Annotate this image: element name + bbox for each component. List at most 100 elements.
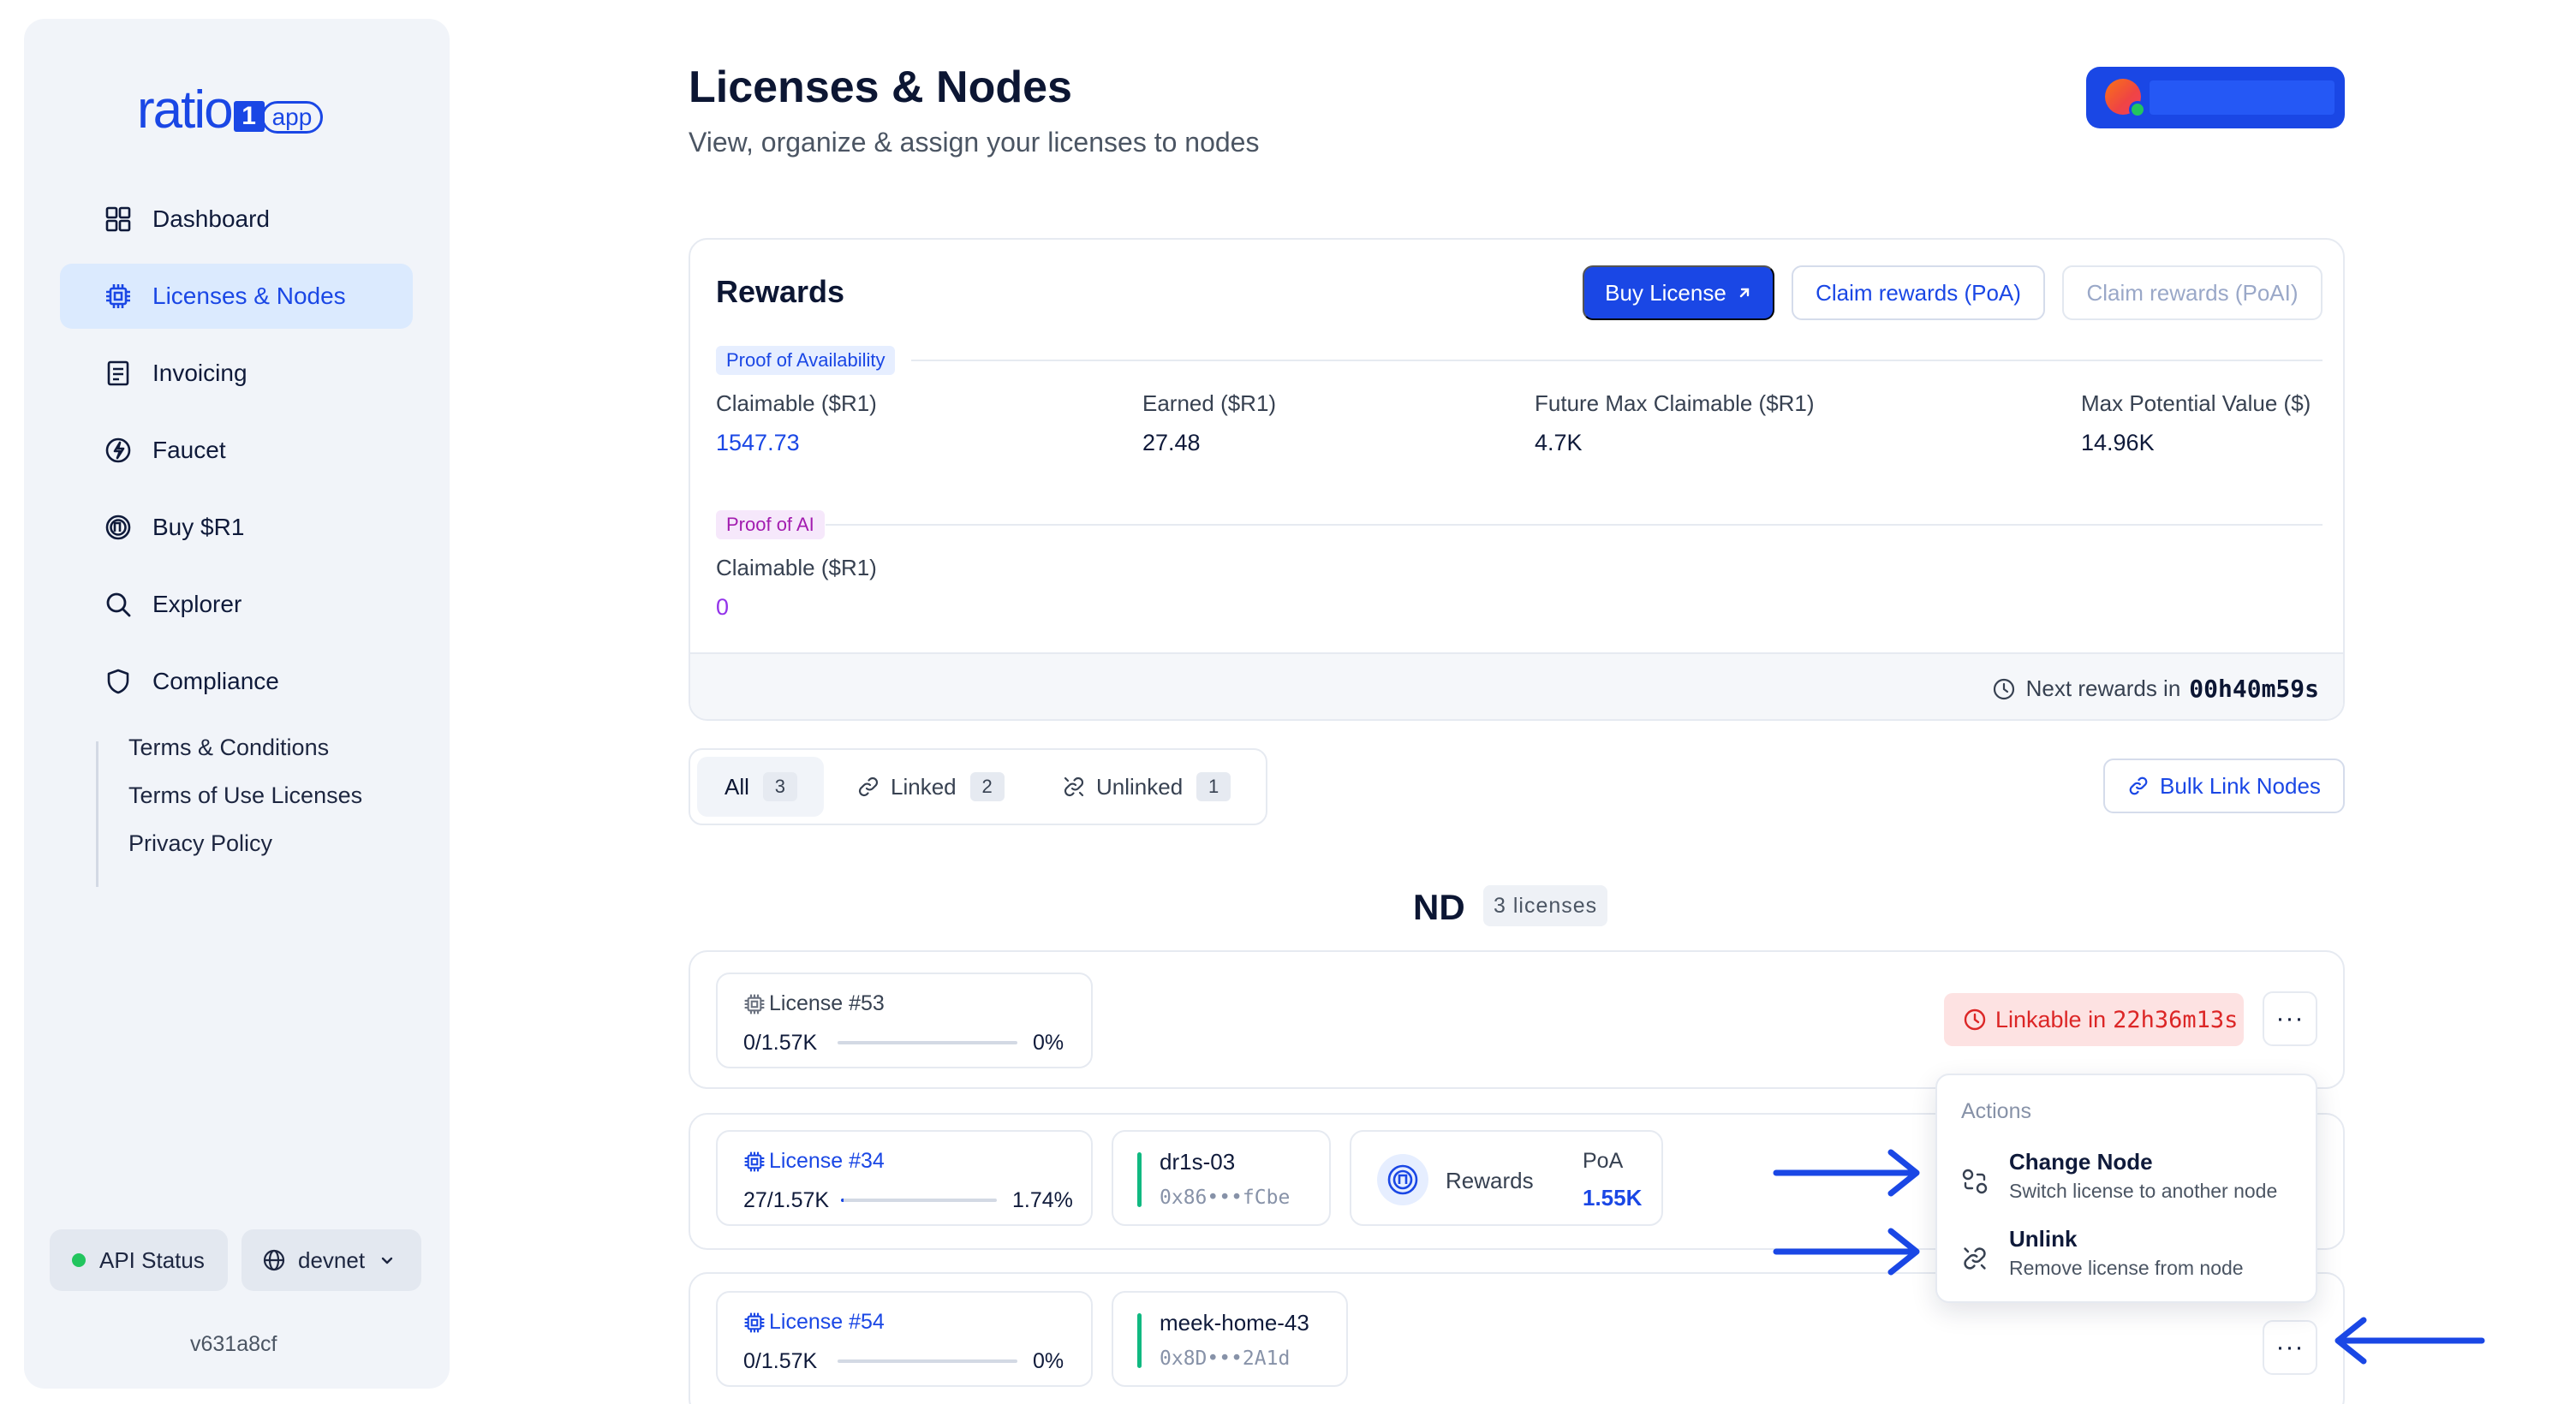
section-license-count: 3 licenses bbox=[1483, 885, 1608, 926]
claim-rewards-poai-button[interactable]: Claim rewards (PoAI) bbox=[2062, 265, 2323, 320]
node-card[interactable]: meek-home-43 0x8D•••2A1d bbox=[1112, 1291, 1348, 1387]
node-name: dr1s-03 bbox=[1160, 1149, 1236, 1175]
license-card[interactable]: License #54 0/1.57K 0% bbox=[716, 1291, 1093, 1387]
license-amount: 0/1.57K bbox=[743, 1349, 818, 1373]
menu-item-description: Switch license to another node bbox=[2009, 1180, 2278, 1202]
claim-rewards-poa-button[interactable]: Claim rewards (PoA) bbox=[1792, 265, 2045, 320]
poa-claimable-value: 1547.73 bbox=[716, 430, 800, 455]
api-status-button[interactable]: API Status bbox=[50, 1229, 228, 1291]
more-actions-button[interactable]: ··· bbox=[2263, 991, 2317, 1046]
node-status-bar bbox=[1137, 1152, 1142, 1207]
sidebar-item-licenses-nodes[interactable]: Licenses & Nodes bbox=[60, 264, 413, 329]
bulk-link-label: Bulk Link Nodes bbox=[2160, 772, 2321, 799]
app-logo[interactable]: ratio 1 app bbox=[137, 80, 324, 140]
bulk-link-nodes-button[interactable]: Bulk Link Nodes bbox=[2103, 759, 2345, 813]
license-filter-tabs: All 3 Linked 2 Unlinked 1 bbox=[689, 748, 1267, 825]
tab-linked[interactable]: Linked 2 bbox=[844, 757, 1024, 817]
r1-coin-icon bbox=[104, 514, 132, 541]
claim-poa-label: Claim rewards (PoA) bbox=[1816, 279, 2021, 306]
sidebar-item-dashboard[interactable]: Dashboard bbox=[60, 187, 413, 252]
unlink-menu-item[interactable]: Unlink Remove license from node bbox=[1937, 1217, 2316, 1294]
divider bbox=[826, 524, 2323, 526]
poai-claimable-label: Claimable ($R1) bbox=[716, 555, 877, 580]
logo-app-badge: app bbox=[260, 101, 324, 134]
menu-item-title: Unlink bbox=[2009, 1226, 2078, 1252]
license-name: License #53 bbox=[769, 991, 885, 1015]
section-title: ND bbox=[1413, 887, 1465, 927]
license-percent: 0% bbox=[1033, 1349, 1064, 1373]
tab-count: 3 bbox=[762, 772, 797, 801]
terms-conditions-link[interactable]: Terms & Conditions bbox=[128, 735, 329, 761]
sidebar-item-label: Dashboard bbox=[152, 205, 270, 232]
divider bbox=[911, 360, 2323, 361]
terms-of-use-licenses-link[interactable]: Terms of Use Licenses bbox=[128, 782, 362, 809]
license-progress-bar bbox=[838, 1359, 1017, 1363]
license-progress-bar bbox=[841, 1199, 997, 1202]
license-card[interactable]: License #53 0/1.57K 0% bbox=[716, 973, 1093, 1068]
sidebar-item-compliance[interactable]: Compliance bbox=[60, 649, 413, 714]
network-select[interactable]: devnet bbox=[242, 1229, 421, 1291]
buy-license-button[interactable]: Buy License bbox=[1583, 265, 1774, 320]
sidebar-item-label: Explorer bbox=[152, 591, 242, 617]
document-icon bbox=[104, 360, 132, 387]
compliance-divider bbox=[96, 741, 98, 887]
more-actions-button[interactable]: ··· bbox=[2263, 1320, 2317, 1375]
api-status-label: API Status bbox=[99, 1246, 205, 1273]
future-max-claimable-value: 4.7K bbox=[1535, 430, 1583, 455]
sidebar: ratio 1 app Dashboard Licenses & Nodes I… bbox=[24, 19, 450, 1389]
grid-icon bbox=[104, 205, 132, 233]
buy-license-label: Buy License bbox=[1605, 279, 1726, 306]
menu-item-description: Remove license from node bbox=[2009, 1257, 2244, 1279]
shield-icon bbox=[104, 668, 132, 695]
link-icon bbox=[856, 775, 880, 799]
wallet-button[interactable] bbox=[2086, 67, 2345, 128]
sidebar-item-faucet[interactable]: Faucet bbox=[60, 418, 413, 483]
tab-label: Unlinked bbox=[1096, 773, 1184, 800]
privacy-policy-link[interactable]: Privacy Policy bbox=[128, 830, 272, 857]
search-icon bbox=[104, 591, 132, 618]
more-icon: ··· bbox=[2275, 1004, 2305, 1032]
chip-icon bbox=[104, 283, 132, 310]
poai-claimable-value: 0 bbox=[716, 594, 730, 620]
rewards-label: Rewards bbox=[1446, 1168, 1534, 1193]
globe-icon bbox=[262, 1248, 286, 1272]
sidebar-item-invoicing[interactable]: Invoicing bbox=[60, 341, 413, 406]
linkable-countdown: 22h36m13s bbox=[2113, 1006, 2239, 1033]
license-percent: 1.74% bbox=[1012, 1188, 1073, 1212]
proof-of-availability-tag: Proof of Availability bbox=[716, 346, 896, 375]
bolt-icon bbox=[104, 437, 132, 464]
tab-unlinked[interactable]: Unlinked 1 bbox=[1050, 757, 1255, 817]
logo-word: ratio bbox=[137, 80, 234, 140]
network-label: devnet bbox=[298, 1246, 366, 1273]
claim-poai-label: Claim rewards (PoAI) bbox=[2086, 279, 2299, 306]
node-name: meek-home-43 bbox=[1160, 1310, 1309, 1336]
license-name: License #34 bbox=[769, 1149, 885, 1173]
license-name: License #54 bbox=[769, 1310, 885, 1334]
link-icon bbox=[2127, 775, 2150, 797]
linkable-status-badge: Linkable in 22h36m13s bbox=[1944, 993, 2244, 1046]
actions-menu-header: Actions bbox=[1961, 1099, 2031, 1123]
check-badge-icon bbox=[2129, 101, 2146, 118]
status-dot bbox=[72, 1253, 86, 1267]
clock-icon bbox=[1963, 1008, 1987, 1032]
rewards-type: PoA bbox=[1583, 1149, 1624, 1173]
annotation-arrow-right-icon bbox=[1773, 1149, 1920, 1197]
rewards-value: 1.55K bbox=[1583, 1185, 1643, 1211]
license-card[interactable]: License #34 27/1.57K 1.74% bbox=[716, 1130, 1093, 1226]
r1-coin-icon bbox=[1377, 1154, 1428, 1205]
poa-earned-label: Earned ($R1) bbox=[1142, 390, 1277, 416]
sidebar-item-explorer[interactable]: Explorer bbox=[60, 572, 413, 637]
sidebar-item-label: Invoicing bbox=[152, 360, 247, 386]
sidebar-item-label: Buy $R1 bbox=[152, 514, 245, 540]
sidebar-item-label: Compliance bbox=[152, 668, 279, 694]
more-icon: ··· bbox=[2275, 1333, 2305, 1361]
tab-all[interactable]: All 3 bbox=[697, 757, 824, 817]
license-row: License #53 0/1.57K 0% Linkable in 22h36… bbox=[689, 950, 2345, 1089]
node-card[interactable]: dr1s-03 0x86•••fCbe bbox=[1112, 1130, 1331, 1226]
change-node-menu-item[interactable]: Change Node Switch license to another no… bbox=[1937, 1140, 2316, 1217]
sidebar-item-buy-r1[interactable]: Buy $R1 bbox=[60, 495, 413, 560]
node-status-bar bbox=[1137, 1313, 1142, 1368]
proof-of-ai-tag: Proof of AI bbox=[716, 510, 825, 539]
license-progress-bar bbox=[838, 1041, 1017, 1044]
sidebar-item-label: Faucet bbox=[152, 437, 226, 463]
